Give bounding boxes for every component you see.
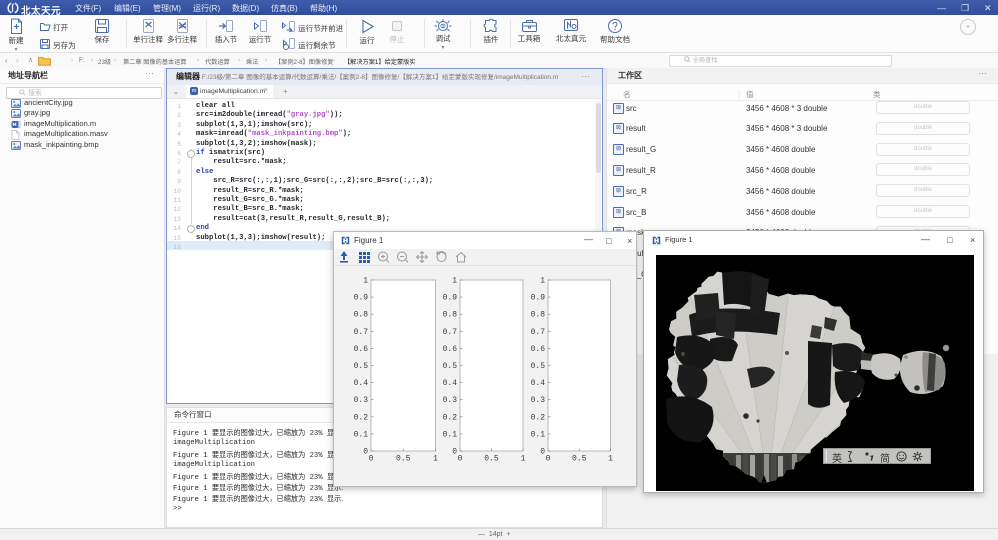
svg-text:1: 1 (521, 455, 526, 464)
svg-text:0.5: 0.5 (354, 362, 369, 371)
svg-text:0.3: 0.3 (443, 396, 458, 405)
svg-text:0: 0 (363, 448, 368, 457)
svg-text:1: 1 (433, 455, 438, 464)
svg-text:0.7: 0.7 (354, 328, 369, 337)
svg-text:0.9: 0.9 (354, 294, 369, 303)
svg-text:0.8: 0.8 (531, 311, 546, 320)
svg-text:0.5: 0.5 (396, 455, 411, 464)
svg-text:0.1: 0.1 (354, 430, 369, 439)
svg-text:0.2: 0.2 (531, 413, 546, 422)
svg-text:0.5: 0.5 (572, 455, 587, 464)
svg-text:0.6: 0.6 (531, 345, 546, 354)
svg-text:1: 1 (363, 277, 368, 286)
svg-text:0.5: 0.5 (484, 455, 499, 464)
svg-text:0.9: 0.9 (531, 294, 546, 303)
svg-text:0.8: 0.8 (443, 311, 458, 320)
svg-text:0.2: 0.2 (354, 413, 369, 422)
svg-text:0.4: 0.4 (531, 379, 546, 388)
svg-text:1: 1 (540, 277, 545, 286)
svg-text:0: 0 (540, 448, 545, 457)
svg-text:1: 1 (452, 277, 457, 286)
svg-text:0.7: 0.7 (443, 328, 458, 337)
svg-text:0: 0 (458, 455, 463, 464)
svg-text:0.6: 0.6 (354, 345, 369, 354)
svg-text:0.4: 0.4 (443, 379, 458, 388)
svg-text:0.5: 0.5 (531, 362, 546, 371)
svg-text:0: 0 (369, 455, 374, 464)
svg-text:0: 0 (452, 448, 457, 457)
svg-text:0.2: 0.2 (443, 413, 458, 422)
svg-text:0.9: 0.9 (443, 294, 458, 303)
svg-text:0.1: 0.1 (443, 430, 458, 439)
svg-text:1: 1 (608, 455, 613, 464)
svg-text:0.8: 0.8 (354, 311, 369, 320)
svg-text:0.4: 0.4 (354, 379, 369, 388)
svg-text:0.3: 0.3 (354, 396, 369, 405)
svg-text:0: 0 (546, 455, 551, 464)
svg-text:0.1: 0.1 (531, 430, 546, 439)
svg-text:0.5: 0.5 (443, 362, 458, 371)
svg-text:0.3: 0.3 (531, 396, 546, 405)
svg-text:0.6: 0.6 (443, 345, 458, 354)
svg-text:0.7: 0.7 (531, 328, 546, 337)
